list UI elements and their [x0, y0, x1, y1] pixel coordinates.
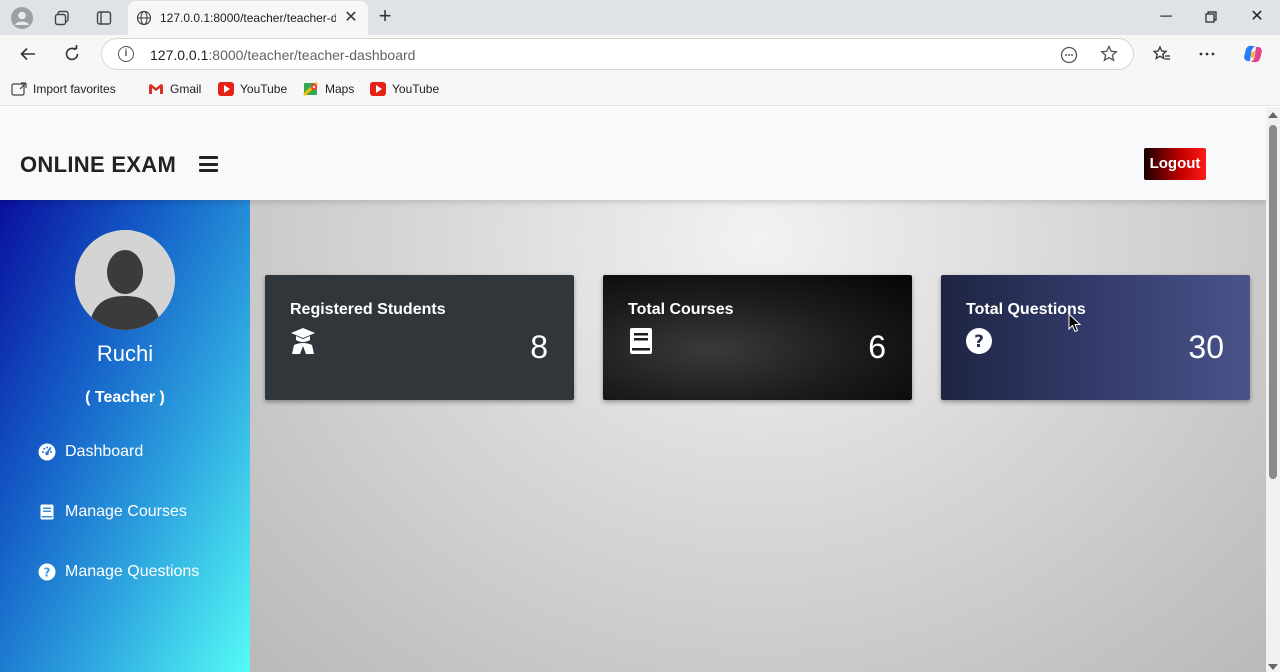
back-icon[interactable]: [16, 42, 40, 66]
bookmark-label: Maps: [325, 82, 355, 96]
bookmark-gmail[interactable]: Gmail: [148, 80, 201, 98]
card-value: 30: [1188, 329, 1224, 365]
active-tab[interactable]: 127.0.0.1:8000/teacher/teacher-dashboard…: [128, 1, 368, 35]
stat-card-total-courses[interactable]: Total Courses 6: [603, 275, 912, 400]
bookmark-label: Import favorites: [33, 82, 116, 96]
scroll-thumb[interactable]: [1269, 125, 1277, 479]
graduate-icon: [290, 327, 316, 355]
bookmark-label: Gmail: [170, 82, 202, 96]
user-name: Ruchi: [96, 341, 154, 366]
hamburger-menu-icon[interactable]: [199, 156, 218, 172]
sidebar-item-label: Manage Courses: [65, 503, 187, 520]
sidebar-item-manage-courses[interactable]: Manage Courses: [38, 500, 187, 524]
minimize-icon[interactable]: ─: [1151, 5, 1181, 29]
bookmark-label: YouTube: [240, 82, 288, 96]
url-text: 127.0.0.1:8000/teacher/teacher-dashboard: [150, 47, 415, 63]
card-title: Total Courses: [628, 301, 734, 318]
maps-icon: [302, 81, 319, 97]
card-value: 6: [868, 329, 886, 365]
book-icon: [628, 327, 654, 355]
new-tab-icon[interactable]: +: [373, 5, 397, 29]
favorite-star-icon[interactable]: [1100, 44, 1118, 68]
browser-nav-bar: i 127.0.0.1:8000/teacher/teacher-dashboa…: [0, 35, 1280, 73]
tab-title: 127.0.0.1:8000/teacher/teacher-dashboard: [160, 11, 336, 25]
user-role: ( Teacher ): [85, 389, 165, 406]
sidebar-item-label: Manage Questions: [65, 563, 200, 580]
question-icon: ?: [966, 327, 992, 355]
stat-card-total-questions[interactable]: Total Questions ? 30: [941, 275, 1250, 400]
close-tab-icon[interactable]: ✕: [342, 9, 360, 27]
scroll-down-arrow-icon[interactable]: [1268, 664, 1278, 670]
site-info-icon[interactable]: i: [118, 46, 134, 62]
dashboard-main: Registered Students 8 Total Courses 6 To…: [250, 200, 1266, 672]
refresh-icon[interactable]: [60, 42, 84, 66]
site-header: ONLINE EXAM Logout: [0, 107, 1266, 200]
gmail-icon: [148, 82, 164, 96]
import-icon: [11, 82, 27, 96]
bookmark-maps[interactable]: Maps: [302, 80, 355, 98]
brand-title[interactable]: ONLINE EXAM: [20, 152, 176, 178]
bookmark-youtube[interactable]: YouTube: [218, 80, 287, 98]
mouse-cursor-icon: [1068, 312, 1082, 333]
card-title: Registered Students: [290, 301, 446, 318]
svg-text:?: ?: [974, 332, 984, 352]
bookmark-label: YouTube: [392, 82, 440, 96]
bookmark-youtube[interactable]: YouTube: [370, 80, 439, 98]
logout-button[interactable]: Logout: [1144, 148, 1206, 180]
book-icon: [38, 503, 56, 521]
tab-actions-icon[interactable]: [92, 6, 116, 30]
sidebar-item-dashboard[interactable]: Dashboard: [38, 440, 143, 464]
dashboard-icon: [38, 443, 56, 461]
address-bar[interactable]: i 127.0.0.1:8000/teacher/teacher-dashboa…: [101, 38, 1134, 70]
restore-icon[interactable]: [1196, 5, 1226, 29]
card-value: 8: [530, 329, 548, 365]
favorites-icon[interactable]: [1150, 42, 1174, 66]
copilot-icon[interactable]: [1241, 42, 1265, 66]
youtube-icon: [370, 82, 386, 96]
sidebar: Ruchi ( Teacher ) Dashboard Manage Cours…: [0, 200, 250, 672]
bookmark-import-favorites[interactable]: Import favorites: [11, 80, 116, 98]
read-aloud-icon[interactable]: [1060, 46, 1078, 69]
more-menu-icon[interactable]: [1195, 42, 1219, 66]
scroll-up-arrow-icon[interactable]: [1268, 112, 1278, 118]
question-icon: ?: [38, 563, 56, 581]
bookmarks-bar: Import favorites Gmail YouTube Maps YouT…: [0, 73, 1280, 106]
avatar: [75, 230, 175, 330]
sidebar-item-label: Dashboard: [65, 443, 144, 460]
page-scrollbar[interactable]: [1266, 107, 1280, 672]
close-window-icon[interactable]: ✕: [1242, 5, 1272, 29]
profile-icon[interactable]: [10, 6, 34, 30]
collections-icon[interactable]: [50, 6, 74, 30]
youtube-icon: [218, 82, 234, 96]
page-content: ONLINE EXAM Logout Ruchi ( Teacher ) Das…: [0, 107, 1266, 672]
browser-tab-bar: 127.0.0.1:8000/teacher/teacher-dashboard…: [0, 0, 1280, 35]
svg-text:?: ?: [44, 566, 51, 580]
url-path: :8000/teacher/teacher-dashboard: [208, 47, 416, 63]
stat-card-registered-students[interactable]: Registered Students 8: [265, 275, 574, 400]
sidebar-item-manage-questions[interactable]: ? Manage Questions: [38, 560, 199, 584]
url-host: 127.0.0.1: [150, 47, 209, 63]
globe-icon: [136, 10, 152, 31]
